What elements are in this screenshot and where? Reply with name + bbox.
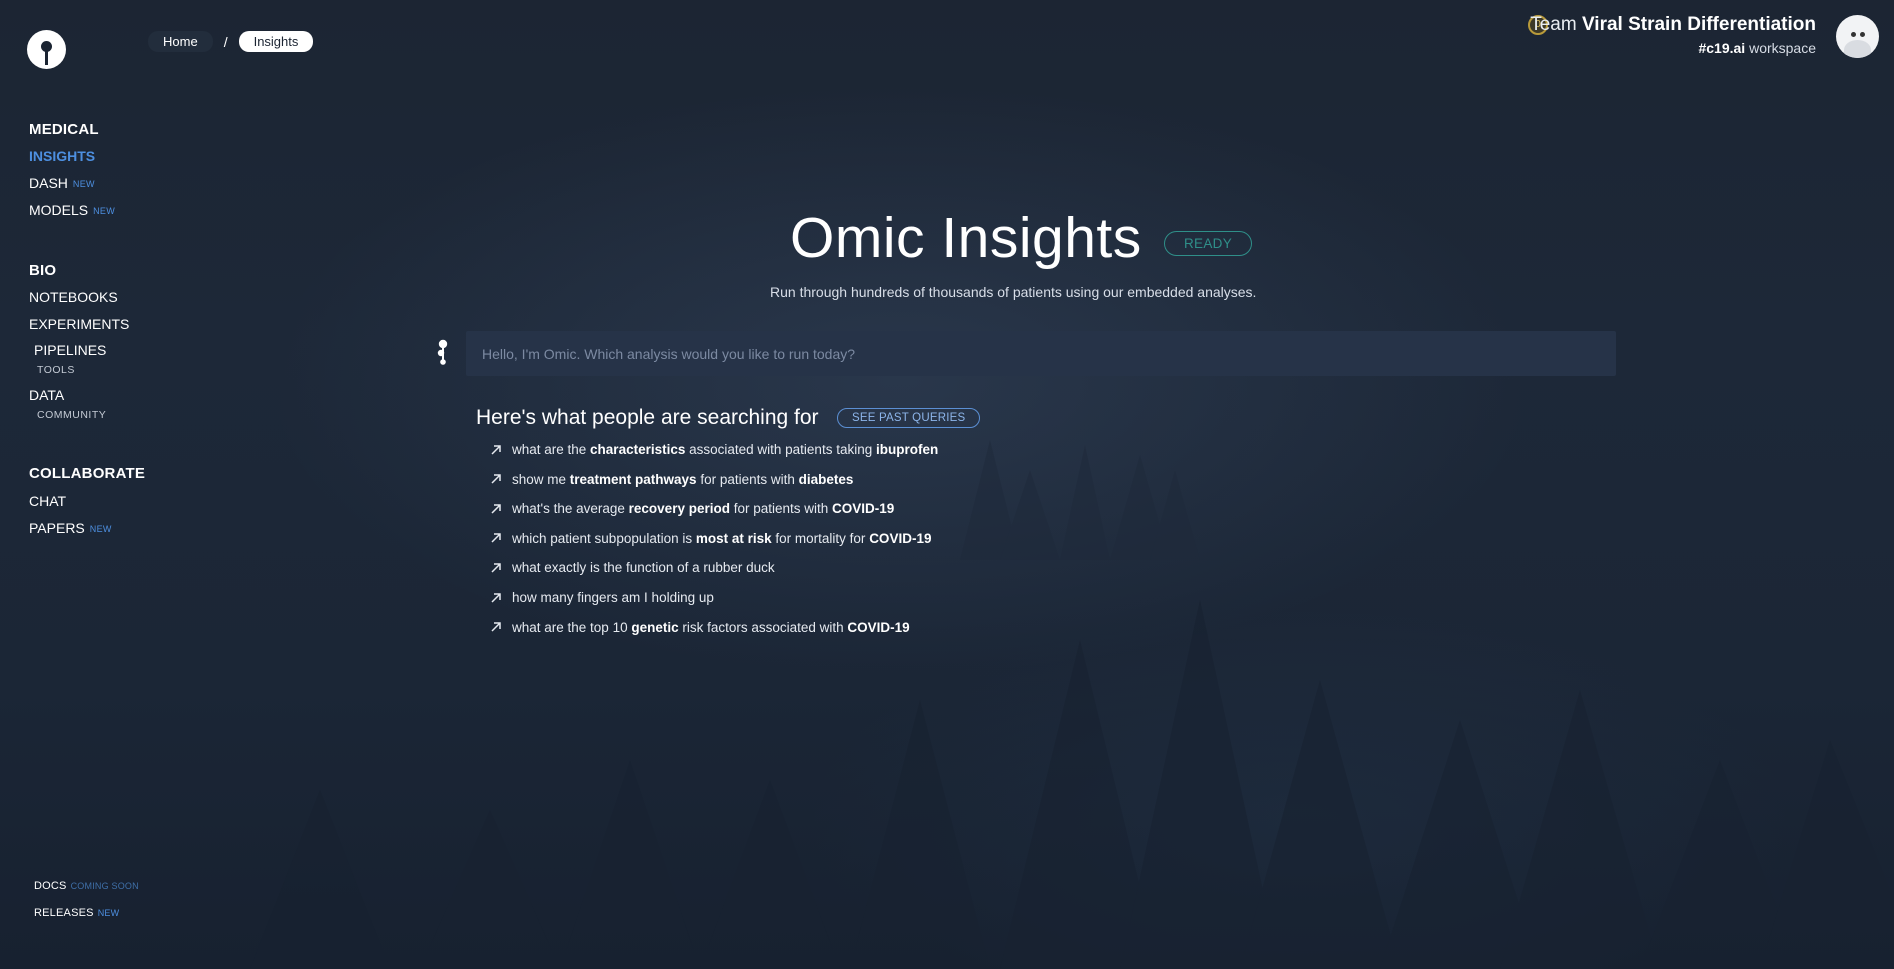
popular-searches-title: Here's what people are searching for xyxy=(476,406,819,429)
query-keyword: most at risk xyxy=(695,530,772,546)
query-text-part: what's the average xyxy=(512,501,629,517)
suggested-query-text: what are the top 10 genetic risk factors… xyxy=(512,620,910,635)
robot-avatar[interactable] xyxy=(1836,15,1879,58)
breadcrumb: Home / Insights xyxy=(148,31,314,52)
sidebar-item-experiments[interactable]: EXPERIMENTS xyxy=(29,316,129,332)
arrow-up-right-icon xyxy=(491,592,501,603)
page-title: Omic Insights xyxy=(790,206,1142,270)
query-text-part: for patients with xyxy=(696,471,799,487)
arrow-up-right-icon xyxy=(491,503,501,514)
arrow-up-right-icon xyxy=(491,474,501,484)
breadcrumb-current[interactable]: Insights xyxy=(238,31,314,52)
suggested-query-text: which patient subpopulation is most at r… xyxy=(512,531,931,546)
sidebar-subitem-tools[interactable]: TOOLS xyxy=(37,364,75,376)
omic-logo-icon[interactable] xyxy=(27,30,66,69)
new-badge: NEW xyxy=(93,206,116,216)
query-keyword: diabetes xyxy=(798,471,854,487)
suggested-query-text: how many fingers am I holding up xyxy=(512,590,714,605)
query-keyword: characteristics xyxy=(590,442,686,457)
query-text-part: for patients with xyxy=(729,501,833,517)
team-header[interactable]: Team Viral Strain Differentiation #c19.a… xyxy=(1530,14,1816,56)
sidebar-section-bio: BIO xyxy=(29,262,57,279)
sidebar-item-insights[interactable]: INSIGHTS xyxy=(29,148,95,164)
query-text-part: what exactly is the function of a rubber… xyxy=(512,560,775,576)
query-text-part: what are the xyxy=(512,442,591,457)
arrow-up-right-icon xyxy=(491,533,501,543)
suggested-query-item[interactable]: which patient subpopulation is most at r… xyxy=(489,531,931,546)
workspace-line: #c19.ai workspace xyxy=(1530,40,1816,56)
avatar-body xyxy=(1844,40,1871,58)
team-name: Viral Strain Differentiation xyxy=(1581,14,1816,35)
breadcrumb-separator: / xyxy=(223,33,228,50)
arrow-up-right-icon xyxy=(491,622,501,632)
footer-link-docs[interactable]: DOCS COMING SOON xyxy=(34,880,139,892)
query-keyword: COVID-19 xyxy=(832,501,895,517)
query-keyword: recovery period xyxy=(628,501,730,517)
query-text-part: what are the top 10 xyxy=(512,619,632,635)
status-badge: READY xyxy=(1164,231,1253,256)
new-badge: NEW xyxy=(89,524,112,534)
footer-link-releases[interactable]: RELEASES NEW xyxy=(34,907,119,919)
footer-link-label: DOCS xyxy=(34,880,67,892)
sidebar-section-medical: MEDICAL xyxy=(29,121,99,138)
query-text-part: how many fingers am I holding up xyxy=(512,590,714,605)
forest-background xyxy=(250,440,1894,969)
workspace-handle: #c19.ai xyxy=(1698,40,1746,56)
sidebar-item-notebooks[interactable]: NOTEBOOKS xyxy=(29,289,118,305)
suggested-query-text: show me treatment pathways for patients … xyxy=(512,472,853,487)
new-badge: NEW xyxy=(97,908,120,918)
query-text-part: risk factors associated with xyxy=(678,619,848,635)
sidebar-item-label: INSIGHTS xyxy=(29,148,96,164)
arrow-up-right-icon xyxy=(491,563,501,573)
sidebar-item-dash[interactable]: DASH NEW xyxy=(29,175,95,191)
logo-stem xyxy=(45,50,48,65)
query-keyword: treatment pathways xyxy=(569,471,697,487)
footer-link-label: RELEASES xyxy=(34,907,94,919)
workspace-suffix: workspace xyxy=(1749,40,1816,56)
query-text-part: associated with patients taking xyxy=(685,442,876,457)
new-badge: NEW xyxy=(72,179,95,189)
breadcrumb-home[interactable]: Home xyxy=(148,31,213,52)
suggested-query-item[interactable]: what are the characteristics associated … xyxy=(489,442,938,457)
page-subtitle: Run through hundreds of thousands of pat… xyxy=(770,284,1257,300)
suggested-query-item[interactable]: how many fingers am I holding up xyxy=(489,590,714,605)
coming-soon-badge: COMING SOON xyxy=(70,881,139,891)
sidebar-section-collaborate: COLLABORATE xyxy=(29,465,146,482)
query-keyword: COVID-19 xyxy=(869,530,932,546)
query-text-part: which patient subpopulation is xyxy=(512,530,696,546)
suggested-query-text: what's the average recovery period for p… xyxy=(512,501,894,516)
suggested-query-item[interactable]: what are the top 10 genetic risk factors… xyxy=(489,620,910,635)
omic-assistant-icon xyxy=(437,339,448,365)
team-name-line: Team Viral Strain Differentiation xyxy=(1530,14,1816,36)
sidebar-item-label: CHAT xyxy=(29,493,67,509)
query-text-part: show me xyxy=(512,471,570,487)
sidebar-subitem-community[interactable]: COMMUNITY xyxy=(37,409,106,421)
query-keyword: genetic xyxy=(631,619,679,635)
query-text-part: for mortality for xyxy=(771,530,870,546)
suggested-query-item[interactable]: what exactly is the function of a rubber… xyxy=(489,560,775,575)
team-prefix: Team xyxy=(1530,14,1577,35)
analysis-search-input[interactable] xyxy=(466,331,1616,376)
see-past-queries-button[interactable]: SEE PAST QUERIES xyxy=(837,408,981,428)
avatar-eye xyxy=(1851,32,1856,37)
arrow-up-right-icon xyxy=(491,444,501,455)
sidebar-item-papers[interactable]: PAPERS NEW xyxy=(29,520,112,536)
suggested-query-item[interactable]: show me treatment pathways for patients … xyxy=(489,472,853,487)
sidebar-item-label: PAPERS xyxy=(29,520,85,536)
sidebar-item-label: MODELS xyxy=(29,202,89,218)
query-keyword: ibuprofen xyxy=(875,442,939,457)
sidebar-item-label: DASH xyxy=(29,175,68,191)
query-keyword: COVID-19 xyxy=(847,619,910,635)
sidebar-item-models[interactable]: MODELS NEW xyxy=(29,202,115,218)
sidebar-item-chat[interactable]: CHAT xyxy=(29,493,66,509)
sidebar-item-data[interactable]: DATA xyxy=(29,387,64,403)
avatar-eye xyxy=(1860,32,1865,37)
suggested-query-item[interactable]: what's the average recovery period for p… xyxy=(489,501,894,516)
sidebar-item-pipelines[interactable]: PIPELINES xyxy=(34,342,106,358)
suggested-query-text: what are the characteristics associated … xyxy=(512,442,938,457)
suggested-query-text: what exactly is the function of a rubber… xyxy=(512,560,775,575)
